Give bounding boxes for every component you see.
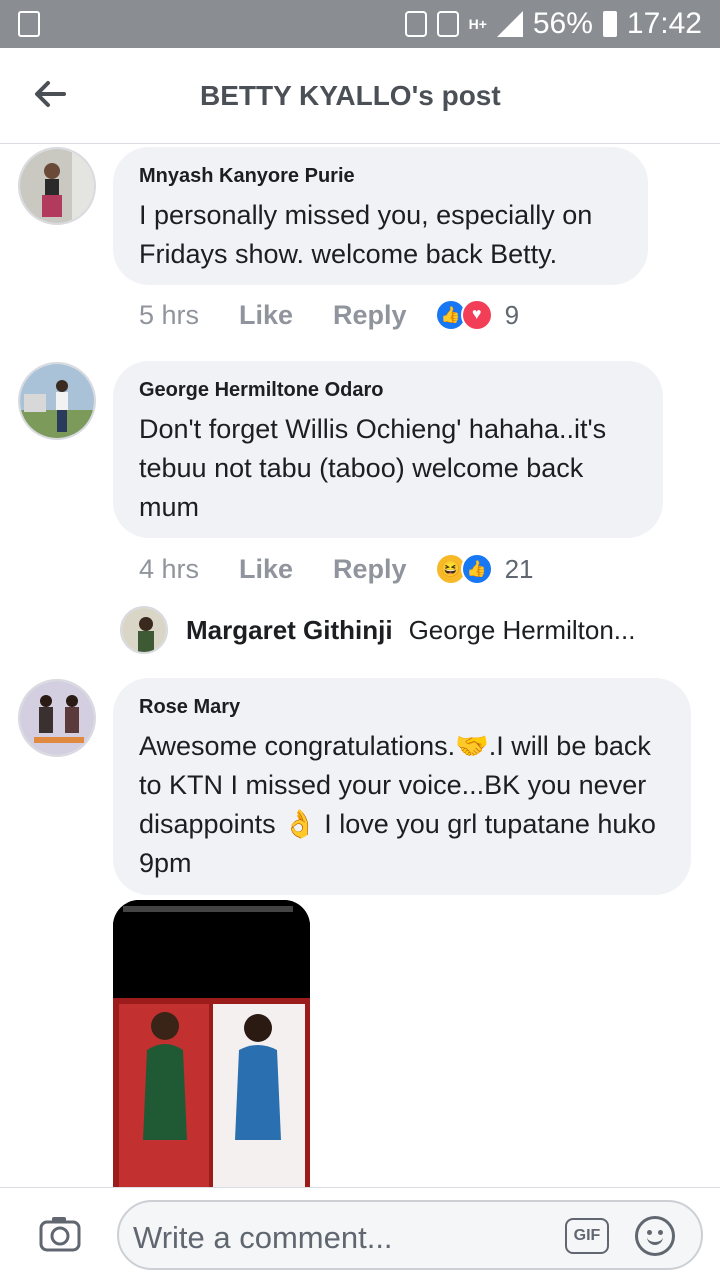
comment-bubble[interactable]: Mnyash Kanyore Purie I personally missed… [113,147,648,285]
app-bar: BETTY KYALLO's post [0,48,720,144]
avatar[interactable] [18,362,96,440]
reply-preview[interactable]: Margaret Githinji George Hermilton... [120,605,635,655]
comment-time[interactable]: 4 hrs [139,554,239,585]
comment-text: Don't forget Willis Ochieng' hahaha..it'… [139,414,607,522]
clock: 17:42 [626,7,702,40]
avatar[interactable] [120,606,168,654]
comment-time[interactable]: 5 hrs [139,300,239,331]
comment-actions: 5 hrs Like Reply 👍 ♥ 9 [139,299,519,331]
signal-icon [496,11,523,37]
call-icon [404,11,427,37]
comment-bubble[interactable]: George Hermiltone Odaro Don't forget Wil… [113,361,663,538]
gif-button[interactable]: GIF [565,1218,609,1254]
page-title: BETTY KYALLO's post [200,80,501,111]
comment-text: Awesome congratulations.🤝.I will be back… [139,731,656,878]
like-reaction-icon: 👍 [460,553,493,585]
comment-author[interactable]: Mnyash Kanyore Purie [139,165,622,188]
notification-icon [18,11,40,37]
reply-text: George Hermilton... [408,614,636,645]
reactions[interactable]: 👍 ♥ 9 [434,299,520,331]
like-button[interactable]: Like [239,554,293,585]
comment-placeholder: Write a comment... [133,1220,393,1255]
avatar[interactable] [18,147,96,225]
status-bar: H+ 56% 17:42 [0,0,720,48]
comment-actions: 4 hrs Like Reply 😆 👍 21 [139,553,533,585]
status-icons: H+ 56% 17:42 [404,0,702,48]
back-arrow-icon[interactable] [30,74,70,114]
comment-input[interactable]: Write a comment... GIF [117,1200,703,1270]
comment-author[interactable]: Rose Mary [139,696,665,719]
comment-author[interactable]: George Hermiltone Odaro [139,379,637,402]
reaction-count: 21 [504,553,534,584]
battery-icon [602,11,617,37]
comment-bubble[interactable]: Rose Mary Awesome congratulations.🤝.I wi… [113,678,691,895]
like-button[interactable]: Like [239,300,293,331]
comment-photo[interactable] [113,900,310,1187]
love-reaction-icon: ♥ [460,299,493,331]
camera-icon[interactable] [38,1212,82,1256]
reaction-count: 9 [504,299,520,330]
reactions[interactable]: 😆 👍 21 [434,553,534,585]
reply-button[interactable]: Reply [333,300,407,331]
avatar[interactable] [18,679,96,757]
comment-composer: Write a comment... GIF [0,1187,720,1280]
emoji-icon[interactable] [635,1216,675,1256]
battery-percent: 56% [532,7,593,40]
reply-author[interactable]: Margaret Githinji [186,615,393,646]
comment-feed[interactable]: Mnyash Kanyore Purie I personally missed… [0,145,720,1187]
network-type: H+ [468,16,487,32]
signal-box-icon [436,11,459,37]
reply-button[interactable]: Reply [333,554,407,585]
comment-text: I personally missed you, especially on F… [139,200,593,269]
